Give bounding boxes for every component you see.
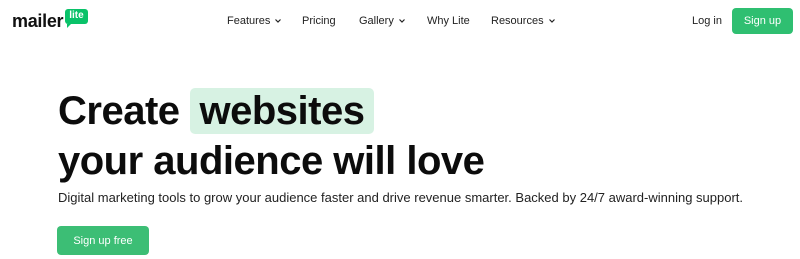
hero-headline-highlight: websites <box>189 88 375 134</box>
chevron-down-icon <box>398 19 405 23</box>
hero-headline-prefix: Create <box>58 88 180 133</box>
nav-item-label: Features <box>227 15 271 27</box>
nav-item-pricing[interactable]: Pricing <box>302 14 336 28</box>
hero-headline-line1: Create websites <box>58 88 375 134</box>
nav-item-resources[interactable]: Resources <box>491 14 556 28</box>
landing-page: mailer lite Features Pricing Gallery Why… <box>0 0 800 259</box>
site-header: mailer lite Features Pricing Gallery Why… <box>0 0 800 42</box>
hero-headline-line2: your audience will love <box>58 139 485 183</box>
login-link[interactable]: Log in <box>692 14 722 28</box>
nav-item-gallery[interactable]: Gallery <box>359 14 406 28</box>
nav-item-label: Gallery <box>359 15 394 27</box>
chevron-down-icon <box>548 19 555 23</box>
nav-item-features[interactable]: Features <box>227 14 282 28</box>
logo-wordmark: mailer <box>12 11 64 31</box>
nav-item-label: Pricing <box>302 15 336 27</box>
chevron-down-icon <box>275 19 282 23</box>
nav-item-label: Resources <box>491 15 544 27</box>
logo-badge: lite <box>65 9 88 28</box>
hero-subtitle: Digital marketing tools to grow your aud… <box>58 190 744 205</box>
signup-free-button[interactable]: Sign up free <box>57 226 149 255</box>
mailerlite-logo[interactable]: mailer lite <box>12 9 88 32</box>
nav-item-why-lite[interactable]: Why Lite <box>427 14 470 28</box>
nav-item-label: Why Lite <box>427 15 470 27</box>
signup-button[interactable]: Sign up <box>732 8 793 34</box>
